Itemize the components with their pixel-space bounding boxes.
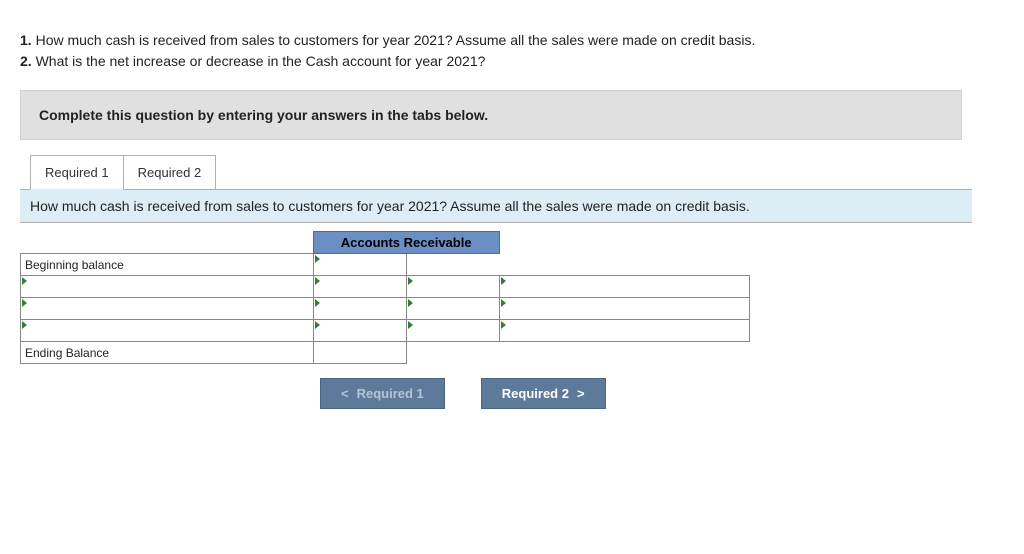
dropdown-arrow-icon — [315, 321, 320, 329]
prev-button-label: Required 1 — [357, 386, 424, 401]
q1-number: 1. — [20, 32, 32, 48]
debit-label-3[interactable] — [21, 320, 314, 342]
q2-number: 2. — [20, 53, 32, 69]
credit-amt-2[interactable] — [406, 298, 499, 320]
dropdown-arrow-icon — [501, 277, 506, 285]
next-button[interactable]: Required 2 > — [481, 378, 606, 409]
debit-label-1[interactable] — [21, 276, 314, 298]
credit-label-2[interactable] — [499, 298, 749, 320]
debit-amt-1[interactable] — [313, 276, 406, 298]
tab-2-label: Required 2 — [138, 165, 202, 180]
debit-label-2[interactable] — [21, 298, 314, 320]
dropdown-arrow-icon — [315, 277, 320, 285]
chevron-left-icon: < — [341, 386, 349, 401]
t-account-title: Accounts Receivable — [313, 232, 499, 254]
dropdown-arrow-icon — [408, 321, 413, 329]
prompt-text: How much cash is received from sales to … — [30, 198, 750, 214]
ending-balance-text: Ending Balance — [25, 346, 109, 360]
q2-text: What is the net increase or decrease in … — [36, 53, 486, 69]
prev-button: < Required 1 — [320, 378, 445, 409]
t-account-table: Accounts Receivable Beginning balance — [20, 231, 750, 364]
next-button-label: Required 2 — [502, 386, 569, 401]
dropdown-arrow-icon — [22, 277, 27, 285]
tabs-row: Required 1 Required 2 — [30, 154, 1004, 189]
dropdown-arrow-icon — [22, 321, 27, 329]
credit-amt-1[interactable] — [406, 276, 499, 298]
beg-debit-cell[interactable] — [313, 254, 406, 276]
dropdown-arrow-icon — [315, 255, 320, 263]
tab-required-2[interactable]: Required 2 — [123, 155, 217, 190]
credit-label-1[interactable] — [499, 276, 749, 298]
debit-amt-2[interactable] — [313, 298, 406, 320]
ending-balance-label[interactable]: Ending Balance — [21, 342, 314, 364]
nav-buttons: < Required 1 Required 2 > — [320, 378, 1004, 409]
t-account-wrap: Accounts Receivable Beginning balance — [20, 231, 750, 364]
dropdown-arrow-icon — [408, 299, 413, 307]
dropdown-arrow-icon — [315, 299, 320, 307]
tab-required-1[interactable]: Required 1 — [30, 155, 124, 190]
dropdown-arrow-icon — [22, 299, 27, 307]
end-debit-cell[interactable] — [313, 342, 406, 364]
tab-1-label: Required 1 — [45, 165, 109, 180]
prompt-bar: How much cash is received from sales to … — [20, 189, 972, 223]
credit-label-3[interactable] — [499, 320, 749, 342]
instruction-text: Complete this question by entering your … — [39, 107, 488, 123]
beginning-balance-text: Beginning balance — [25, 258, 124, 272]
debit-amt-3[interactable] — [313, 320, 406, 342]
credit-amt-3[interactable] — [406, 320, 499, 342]
question-list: 1. How much cash is received from sales … — [20, 30, 1004, 72]
dropdown-arrow-icon — [501, 299, 506, 307]
q1-text: How much cash is received from sales to … — [36, 32, 756, 48]
dropdown-arrow-icon — [501, 321, 506, 329]
dropdown-arrow-icon — [408, 277, 413, 285]
instruction-bar: Complete this question by entering your … — [20, 90, 962, 140]
beginning-balance-label[interactable]: Beginning balance — [21, 254, 314, 276]
chevron-right-icon: > — [577, 386, 585, 401]
